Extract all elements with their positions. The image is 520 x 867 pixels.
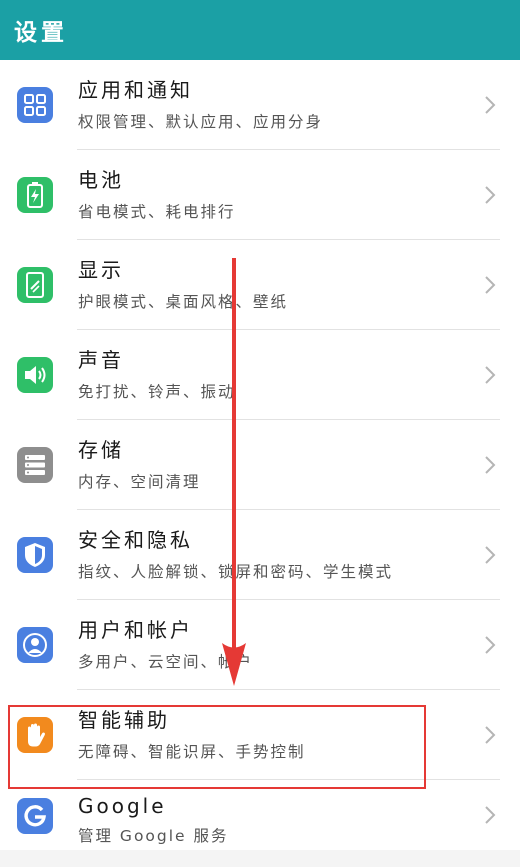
settings-item-google[interactable]: Google 管理 Google 服务 [0,780,520,850]
chevron-right-icon [484,95,496,115]
settings-item-sound[interactable]: 声音 免打扰、铃声、振动 [0,330,520,420]
chevron-right-icon [484,185,496,205]
chevron-right-icon [484,365,496,385]
shield-icon [17,537,53,573]
item-title: Google [78,794,167,818]
item-subtitle: 省电模式、耗电排行 [78,203,236,221]
settings-list: 应用和通知 权限管理、默认应用、应用分身 电池 省电模式、耗电排行 显示 护眼模… [0,60,520,850]
item-subtitle: 多用户、云空间、帐户 [78,653,254,671]
item-title: 电池 [78,168,124,192]
item-subtitle: 内存、空间清理 [78,473,201,491]
chevron-right-icon [484,725,496,745]
settings-item-accounts[interactable]: 用户和帐户 多用户、云空间、帐户 [0,600,520,690]
chevron-right-icon [484,545,496,565]
settings-item-battery[interactable]: 电池 省电模式、耗电排行 [0,150,520,240]
apps-grid-icon [17,87,53,123]
item-subtitle: 指纹、人脸解锁、锁屏和密码、学生模式 [78,563,394,581]
item-title: 存储 [78,438,124,462]
item-title: 显示 [78,258,124,282]
settings-item-smart-assist[interactable]: 智能辅助 无障碍、智能识屏、手势控制 [0,690,520,780]
battery-icon [17,177,53,213]
item-subtitle: 管理 Google 服务 [78,827,229,845]
display-icon [17,267,53,303]
chevron-right-icon [484,635,496,655]
item-title: 智能辅助 [78,708,170,732]
google-icon [17,798,53,834]
speaker-icon [17,357,53,393]
item-subtitle: 免打扰、铃声、振动 [78,383,236,401]
chevron-right-icon [484,805,496,825]
page-title: 设置 [14,20,68,46]
settings-item-security[interactable]: 安全和隐私 指纹、人脸解锁、锁屏和密码、学生模式 [0,510,520,600]
hand-icon [17,717,53,753]
settings-item-storage[interactable]: 存储 内存、空间清理 [0,420,520,510]
item-subtitle: 无障碍、智能识屏、手势控制 [78,743,306,761]
item-subtitle: 护眼模式、桌面风格、壁纸 [78,293,289,311]
settings-item-apps[interactable]: 应用和通知 权限管理、默认应用、应用分身 [0,60,520,150]
item-title: 用户和帐户 [78,618,193,642]
item-subtitle: 权限管理、默认应用、应用分身 [78,113,324,131]
settings-item-display[interactable]: 显示 护眼模式、桌面风格、壁纸 [0,240,520,330]
app-bar: 设置 [0,0,520,60]
item-title: 安全和隐私 [78,528,193,552]
chevron-right-icon [484,275,496,295]
chevron-right-icon [484,455,496,475]
storage-icon [17,447,53,483]
user-icon [17,627,53,663]
item-title: 声音 [78,348,124,372]
item-title: 应用和通知 [78,78,193,102]
